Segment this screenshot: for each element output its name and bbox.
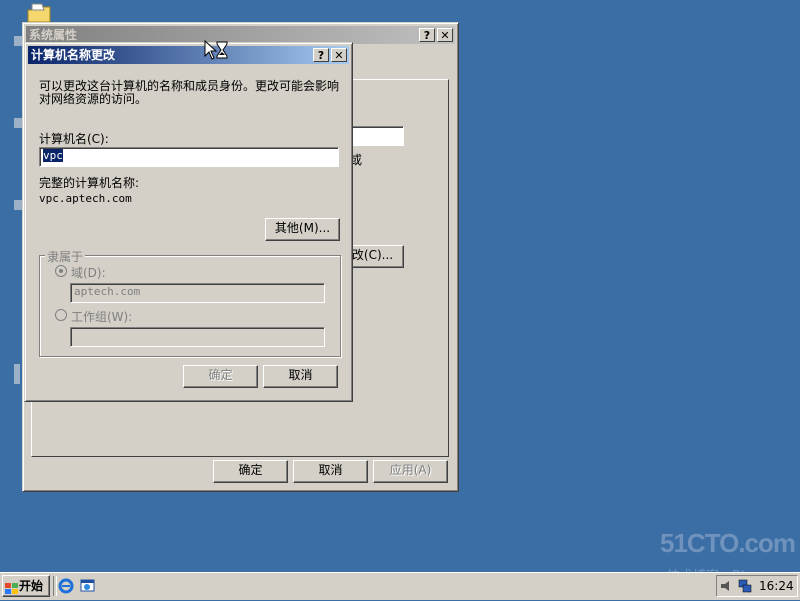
cancel-button[interactable]: 取消 [263, 365, 338, 388]
computer-name-input[interactable]: vpc [39, 147, 339, 167]
close-button[interactable]: ✕ [437, 28, 453, 42]
show-desktop-icon[interactable] [80, 578, 96, 594]
full-name-label: 完整的计算机名称: [39, 176, 140, 190]
desktop-icon-label-fragment [14, 200, 22, 210]
workgroup-radio[interactable] [55, 309, 67, 321]
tray-speaker-icon[interactable] [720, 579, 734, 593]
window-title: 系统属性 [29, 28, 78, 42]
ok-button[interactable]: 确定 [213, 460, 288, 483]
dialog-title: 计算机名称更改 [31, 48, 116, 62]
computer-name-value: vpc [43, 149, 63, 162]
workgroup-input[interactable] [70, 327, 325, 347]
cancel-button[interactable]: 取消 [293, 460, 368, 483]
folder-icon [27, 3, 51, 23]
busy-cursor-icon [204, 39, 228, 60]
more-button[interactable]: 其他(M)... [265, 218, 340, 241]
quicklaunch-divider [53, 576, 57, 596]
desktop-icon-label-fragment [14, 118, 22, 128]
help-button[interactable]: ? [419, 28, 435, 42]
domain-input[interactable]: aptech.com [70, 283, 325, 303]
domain-value: aptech.com [74, 285, 141, 298]
start-label: 开始 [19, 579, 44, 593]
description-input-partial[interactable] [349, 126, 404, 146]
workgroup-label: 工作组(W): [71, 310, 133, 324]
description-line2: 对网络资源的访问。 [39, 92, 148, 106]
tray-network-icon[interactable] [738, 579, 752, 593]
full-name-value: vpc.aptech.com [39, 192, 132, 205]
close-button[interactable]: ✕ [331, 48, 347, 62]
start-button[interactable]: 开始 [2, 575, 50, 597]
desktop-icon-label-fragment [14, 364, 20, 384]
watermark-logo: 51CTO.com [660, 528, 796, 558]
taskbar: 开始 16:24 [0, 572, 800, 600]
computer-name-label: 计算机名(C): [39, 132, 109, 146]
desktop-icon-folder[interactable] [26, 2, 52, 24]
busy-cursor [204, 39, 230, 65]
tray-clock[interactable]: 16:24 [759, 579, 794, 593]
domain-label: 域(D): [71, 266, 106, 280]
dialog-titlebar[interactable]: 计算机名称更改 ? ✕ [28, 46, 349, 64]
system-tray: 16:24 [716, 575, 798, 597]
ie-icon[interactable] [58, 578, 74, 594]
member-of-legend: 隶属于 [45, 248, 86, 265]
desktop-icon-label-fragment [14, 36, 22, 46]
windows-logo-icon [5, 581, 19, 594]
computer-name-dialog: 计算机名称更改 ? ✕ 可以更改这台计算机的名称和成员身份。更改可能会影响 对网… [24, 42, 353, 402]
ok-button[interactable]: 确定 [183, 365, 258, 388]
apply-button[interactable]: 应用(A) [373, 460, 448, 483]
help-button[interactable]: ? [313, 48, 329, 62]
domain-radio[interactable] [55, 265, 67, 277]
